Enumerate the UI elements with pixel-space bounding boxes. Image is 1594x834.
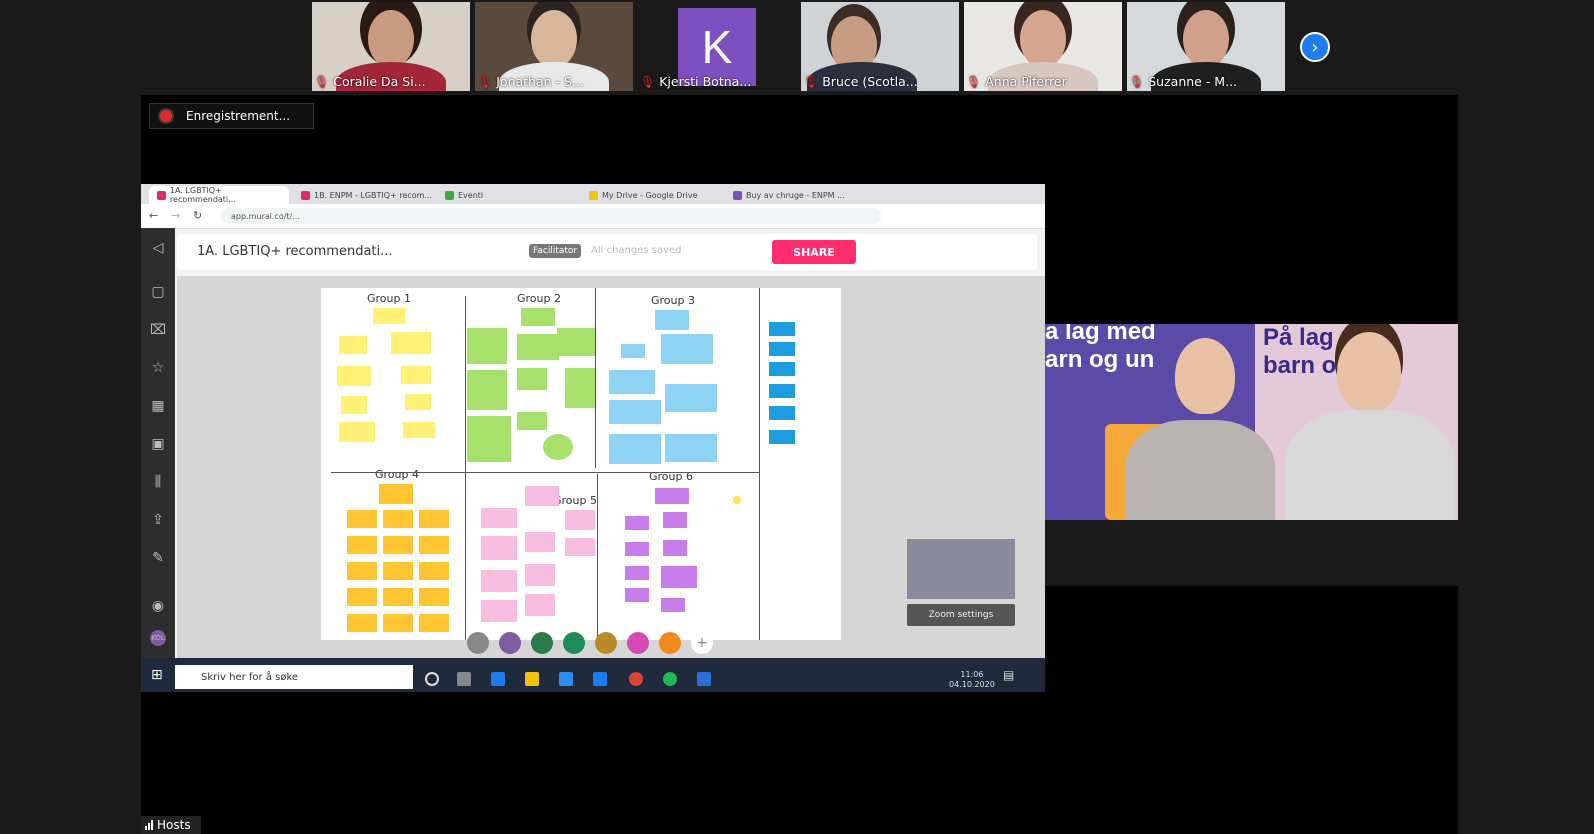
mural-title[interactable]: 1A. LGBTIQ+ recommendati... — [197, 244, 393, 259]
browser-tab[interactable]: Buy av chruge - ENPM ... — [725, 186, 865, 204]
add-icon[interactable]: + — [691, 632, 713, 654]
collaborator-avatar[interactable] — [499, 632, 521, 654]
back-icon[interactable]: ← — [149, 209, 158, 222]
frame-icon[interactable]: ▦ — [150, 398, 166, 414]
url-field[interactable]: app.mural.co/t/... — [221, 208, 881, 224]
group-label: Group 4 — [375, 468, 419, 481]
address-bar: ← → ↻ app.mural.co/t/... — [141, 204, 1045, 229]
taskbar-search-input[interactable]: Skriv her for å søke — [175, 665, 413, 689]
chevron-right-icon[interactable]: › — [1300, 32, 1330, 62]
avatar[interactable]: KOL — [150, 630, 166, 646]
browser-tab[interactable]: 1A. LGBTIQ+ recommendati... — [149, 186, 289, 204]
file-explorer-icon[interactable] — [525, 672, 539, 686]
browser-tabs: 1A. LGBTIQ+ recommendati... 1B. ENPM - L… — [141, 184, 1045, 204]
participant-name: Anna Piferrer — [985, 74, 1067, 89]
participant-tile[interactable]: 🎙 Jonathan - S... — [475, 2, 633, 91]
text-icon[interactable]: ⌧ — [150, 322, 166, 338]
taskbar-clock[interactable]: 11:06 04.10.2020 — [949, 670, 995, 690]
participant-gallery: 🎙 Coralie Da Si... 🎙 Jonathan - S... K 🎙 Kj… — [0, 0, 1594, 95]
speaker-video[interactable]: a lag med arn og un På lag m barn og e — [1045, 324, 1458, 586]
collaborator-avatar[interactable] — [531, 632, 553, 654]
whiteboard-area[interactable]: Group 1 Group 2 Group 3 Group 4 Group 5 … — [321, 288, 841, 640]
mural-header: 1A. LGBTIQ+ recommendati... Facilitator … — [177, 234, 1037, 270]
edge-icon[interactable] — [491, 672, 505, 686]
group-label: Group 3 — [651, 294, 695, 307]
upload-icon[interactable]: ⇪ — [150, 512, 166, 528]
browser-tab[interactable]: Eventi — [437, 186, 577, 204]
image-icon[interactable]: ▣ — [150, 436, 166, 452]
shape-icon[interactable]: ☆ — [150, 360, 166, 376]
hosts-label[interactable]: Hosts — [141, 816, 201, 834]
windows-start-icon[interactable]: ⊞ — [151, 667, 163, 683]
group-label: Group 1 — [367, 292, 411, 305]
banner-text: a lag med arn og un — [1045, 324, 1156, 373]
browser-tab[interactable]: 1B. ENPM - LGBTIQ+ recom... — [293, 186, 433, 204]
presenter-head — [1175, 338, 1235, 414]
collaborator-avatar[interactable] — [563, 632, 585, 654]
group-label: Group 5 — [553, 494, 597, 507]
cortana-icon[interactable] — [425, 672, 439, 686]
facilitator-badge[interactable]: Facilitator — [529, 244, 582, 258]
participant-tile[interactable]: 🎙 Anna Piferrer — [964, 2, 1122, 91]
windows-taskbar: ⊞ Skriv her for å søke 11:06 04.10.2020 … — [141, 658, 1045, 692]
collaborator-avatar[interactable] — [627, 632, 649, 654]
store-icon[interactable] — [559, 672, 573, 686]
signal-icon — [145, 820, 153, 830]
browser-tab[interactable]: My Drive - Google Drive — [581, 186, 721, 204]
muted-mic-icon: 🎙 — [966, 74, 982, 89]
participant-name: Kjersti Botna... — [659, 74, 752, 89]
collaborator-avatar[interactable] — [595, 632, 617, 654]
participant-tile[interactable]: 🎙 Coralie Da Si... — [312, 2, 470, 91]
feedback-icon[interactable]: ◉ — [150, 598, 166, 614]
participant-tile[interactable]: K 🎙 Kjersti Botna... — [638, 2, 796, 91]
pencil-icon[interactable]: ✎ — [150, 550, 166, 566]
share-button[interactable]: SHARE — [772, 240, 856, 264]
recording-indicator[interactable]: Enregistrement... — [149, 103, 314, 129]
muted-mic-icon: 🎙 — [803, 74, 819, 89]
mural-toolbar: ◁ ▢ ⌧ ☆ ▦ ▣ ⫼ ⇪ ✎ ◉ KOL — [141, 228, 175, 658]
presenter-head — [1337, 332, 1401, 412]
spotify-icon[interactable] — [663, 672, 677, 686]
library-icon[interactable]: ⫼ — [150, 474, 166, 490]
mail-icon[interactable] — [593, 672, 607, 686]
forward-icon[interactable]: → — [171, 209, 180, 222]
sticky-note-icon[interactable]: ▢ — [150, 284, 166, 300]
collaborator-avatar[interactable] — [467, 632, 489, 654]
minimap[interactable] — [907, 539, 1015, 599]
muted-mic-icon: 🎙 — [314, 74, 330, 89]
participant-name: Suzanne - M... — [1148, 74, 1238, 89]
participant-tile[interactable]: 🎙 Suzanne - M... — [1127, 2, 1285, 91]
participant-name: Bruce (Scotla... — [822, 74, 918, 89]
participant-tile[interactable]: 🎙 Bruce (Scotla... — [801, 2, 959, 91]
record-icon — [160, 110, 172, 122]
shared-screen: 1A. LGBTIQ+ recommendati... 1B. ENPM - L… — [141, 184, 1045, 692]
participant-name: Jonathan - S... — [496, 74, 584, 89]
notification-icon[interactable]: ▤ — [1003, 668, 1014, 682]
group-label: Group 2 — [517, 292, 561, 305]
collapse-icon[interactable]: ◁ — [150, 240, 166, 256]
save-status: All changes saved — [591, 245, 682, 256]
muted-mic-icon: 🎙 — [477, 74, 493, 89]
muted-mic-icon: 🎙 — [1129, 74, 1145, 89]
word-icon[interactable] — [697, 672, 711, 686]
participant-name: Coralie Da Si... — [333, 74, 426, 89]
recording-label: Enregistrement... — [186, 109, 291, 123]
zoom-settings-button[interactable]: Zoom settings — [907, 604, 1015, 626]
reload-icon[interactable]: ↻ — [193, 209, 202, 222]
collaborator-avatar[interactable] — [659, 632, 681, 654]
chrome-icon[interactable] — [629, 672, 643, 686]
task-view-icon[interactable] — [457, 672, 471, 686]
muted-mic-icon: 🎙 — [640, 74, 656, 89]
